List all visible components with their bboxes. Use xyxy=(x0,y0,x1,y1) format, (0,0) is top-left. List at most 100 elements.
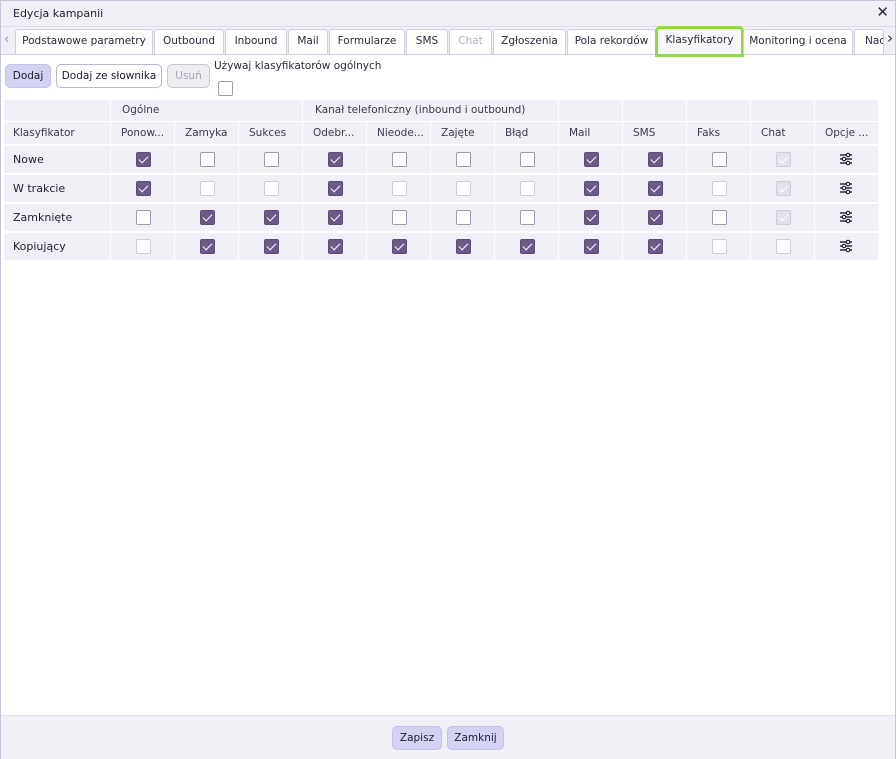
add-button[interactable]: Dodaj xyxy=(5,64,51,88)
sliders-icon[interactable] xyxy=(839,210,853,224)
title-bar: Edycja kampanii ✕ xyxy=(1,1,895,27)
tab-bar: ‹ Podstawowe parametry Outbound Inbound … xyxy=(1,26,895,57)
checkbox-błąd[interactable] xyxy=(520,152,535,167)
tab-tickets[interactable]: Zgłoszenia xyxy=(493,29,566,54)
toolbar: Dodaj Dodaj ze słownika Usuń Używaj klas… xyxy=(1,57,895,99)
column-header-label[interactable]: Faks xyxy=(697,127,750,139)
close-button[interactable]: Zamknij xyxy=(447,726,504,750)
column-header-label[interactable]: Zamyka xyxy=(185,127,238,139)
checkbox-ponow[interactable] xyxy=(136,152,151,167)
checkbox-sms[interactable] xyxy=(648,152,663,167)
checkbox-ponow xyxy=(136,239,151,254)
column-header-label[interactable]: Odebr... xyxy=(313,127,366,139)
checkbox-zajęte[interactable] xyxy=(456,152,471,167)
checkbox-sukces[interactable] xyxy=(264,239,279,254)
group-header-blank xyxy=(4,100,110,121)
dialog-title: Edycja kampanii xyxy=(13,7,104,20)
column-header-label[interactable]: Chat xyxy=(761,127,814,139)
column-header-label[interactable]: Ponow... xyxy=(121,127,174,139)
sliders-icon[interactable] xyxy=(839,239,853,253)
checkbox-błąd xyxy=(520,181,535,196)
group-header-blank xyxy=(559,100,622,121)
classifier-name: Zamknięte xyxy=(13,211,73,224)
tab-outbound[interactable]: Outbound xyxy=(154,29,224,54)
checkbox-zamyka[interactable] xyxy=(200,210,215,225)
checkbox-chat xyxy=(776,181,791,196)
checkbox-faks[interactable] xyxy=(712,152,727,167)
checkbox-sukces[interactable] xyxy=(264,210,279,225)
checkbox-błąd[interactable] xyxy=(520,210,535,225)
checkbox-odebr[interactable] xyxy=(328,181,343,196)
column-header-label[interactable]: Nieode... xyxy=(377,127,430,139)
classifier-name: Nowe xyxy=(13,153,44,166)
checkbox-zajęte[interactable] xyxy=(456,239,471,254)
tab-monitoring[interactable]: Monitoring i ocena xyxy=(743,29,853,54)
checkbox-błąd[interactable] xyxy=(520,239,535,254)
checkbox-sukces xyxy=(264,181,279,196)
column-header-label[interactable]: Zajęte xyxy=(441,127,494,139)
checkbox-zajęte xyxy=(456,181,471,196)
checkbox-ponow[interactable] xyxy=(136,181,151,196)
checkbox-mail[interactable] xyxy=(584,152,599,167)
tab-classifiers[interactable]: Klasyfikatory xyxy=(655,26,744,57)
checkbox-nieode xyxy=(392,181,407,196)
use-global-classifiers-label: Używaj klasyfikatorów ogólnych xyxy=(214,60,382,72)
checkbox-mail[interactable] xyxy=(584,239,599,254)
tab-sms[interactable]: SMS xyxy=(406,29,448,54)
checkbox-odebr[interactable] xyxy=(328,239,343,254)
use-global-classifiers-checkbox[interactable] xyxy=(218,81,233,96)
column-header-label[interactable]: SMS xyxy=(633,127,686,139)
checkbox-nieode[interactable] xyxy=(392,152,407,167)
checkbox-zamyka[interactable] xyxy=(200,239,215,254)
checkbox-ponow[interactable] xyxy=(136,210,151,225)
checkbox-odebr[interactable] xyxy=(328,210,343,225)
tab-overflow[interactable]: Nad xyxy=(854,29,884,54)
classifier-name: W trakcie xyxy=(13,182,66,195)
checkbox-faks xyxy=(712,181,727,196)
footer: Zapisz Zamknij xyxy=(1,715,895,759)
checkbox-sms[interactable] xyxy=(648,181,663,196)
add-from-dictionary-button[interactable]: Dodaj ze słownika xyxy=(56,64,162,88)
checkbox-nieode[interactable] xyxy=(392,210,407,225)
checkbox-chat xyxy=(776,239,791,254)
checkbox-zajęte[interactable] xyxy=(456,210,471,225)
column-header-label[interactable]: Mail xyxy=(569,127,622,139)
scroll-left-icon[interactable]: ‹ xyxy=(4,33,9,47)
tab-forms[interactable]: Formularze xyxy=(329,29,405,54)
checkbox-zamyka[interactable] xyxy=(200,152,215,167)
tab-record-fields[interactable]: Pola rekordów xyxy=(567,29,656,54)
dialog-window: Edycja kampanii ✕ ‹ Podstawowe parametry… xyxy=(0,0,896,759)
checkbox-nieode[interactable] xyxy=(392,239,407,254)
remove-button: Usuń xyxy=(167,64,210,88)
save-button[interactable]: Zapisz xyxy=(392,726,442,750)
classifier-name: Kopiujący xyxy=(13,240,66,253)
close-icon[interactable]: ✕ xyxy=(876,4,889,20)
checkbox-sms[interactable] xyxy=(648,239,663,254)
scroll-right-icon[interactable]: › xyxy=(887,31,893,46)
group-header-blank xyxy=(687,100,750,121)
tab-chat: Chat xyxy=(449,29,492,54)
checkbox-odebr[interactable] xyxy=(328,152,343,167)
sliders-icon[interactable] xyxy=(839,152,853,166)
checkbox-mail[interactable] xyxy=(584,210,599,225)
tab-mail[interactable]: Mail xyxy=(288,29,328,54)
checkbox-chat xyxy=(776,210,791,225)
tab-basic-params[interactable]: Podstawowe parametry xyxy=(15,29,153,54)
checkbox-faks xyxy=(712,239,727,254)
checkbox-zamyka xyxy=(200,181,215,196)
checkbox-sms[interactable] xyxy=(648,210,663,225)
column-header-label[interactable]: Błąd xyxy=(505,127,558,139)
group-header-general-label: Ogólne xyxy=(122,104,160,116)
sliders-icon[interactable] xyxy=(839,181,853,195)
column-header-label[interactable]: Sukces xyxy=(249,127,302,139)
column-header-label: Klasyfikator xyxy=(13,127,75,139)
checkbox-mail[interactable] xyxy=(584,181,599,196)
group-header-blank xyxy=(623,100,686,121)
checkbox-sukces[interactable] xyxy=(264,152,279,167)
tab-inbound[interactable]: Inbound xyxy=(225,29,287,54)
group-header-phone-label: Kanał telefoniczny (inbound i outbound) xyxy=(315,104,526,116)
checkbox-faks[interactable] xyxy=(712,210,727,225)
column-header-label[interactable]: Opcje ... xyxy=(825,127,878,139)
group-header-blank xyxy=(751,100,814,121)
group-header-blank xyxy=(815,100,878,121)
